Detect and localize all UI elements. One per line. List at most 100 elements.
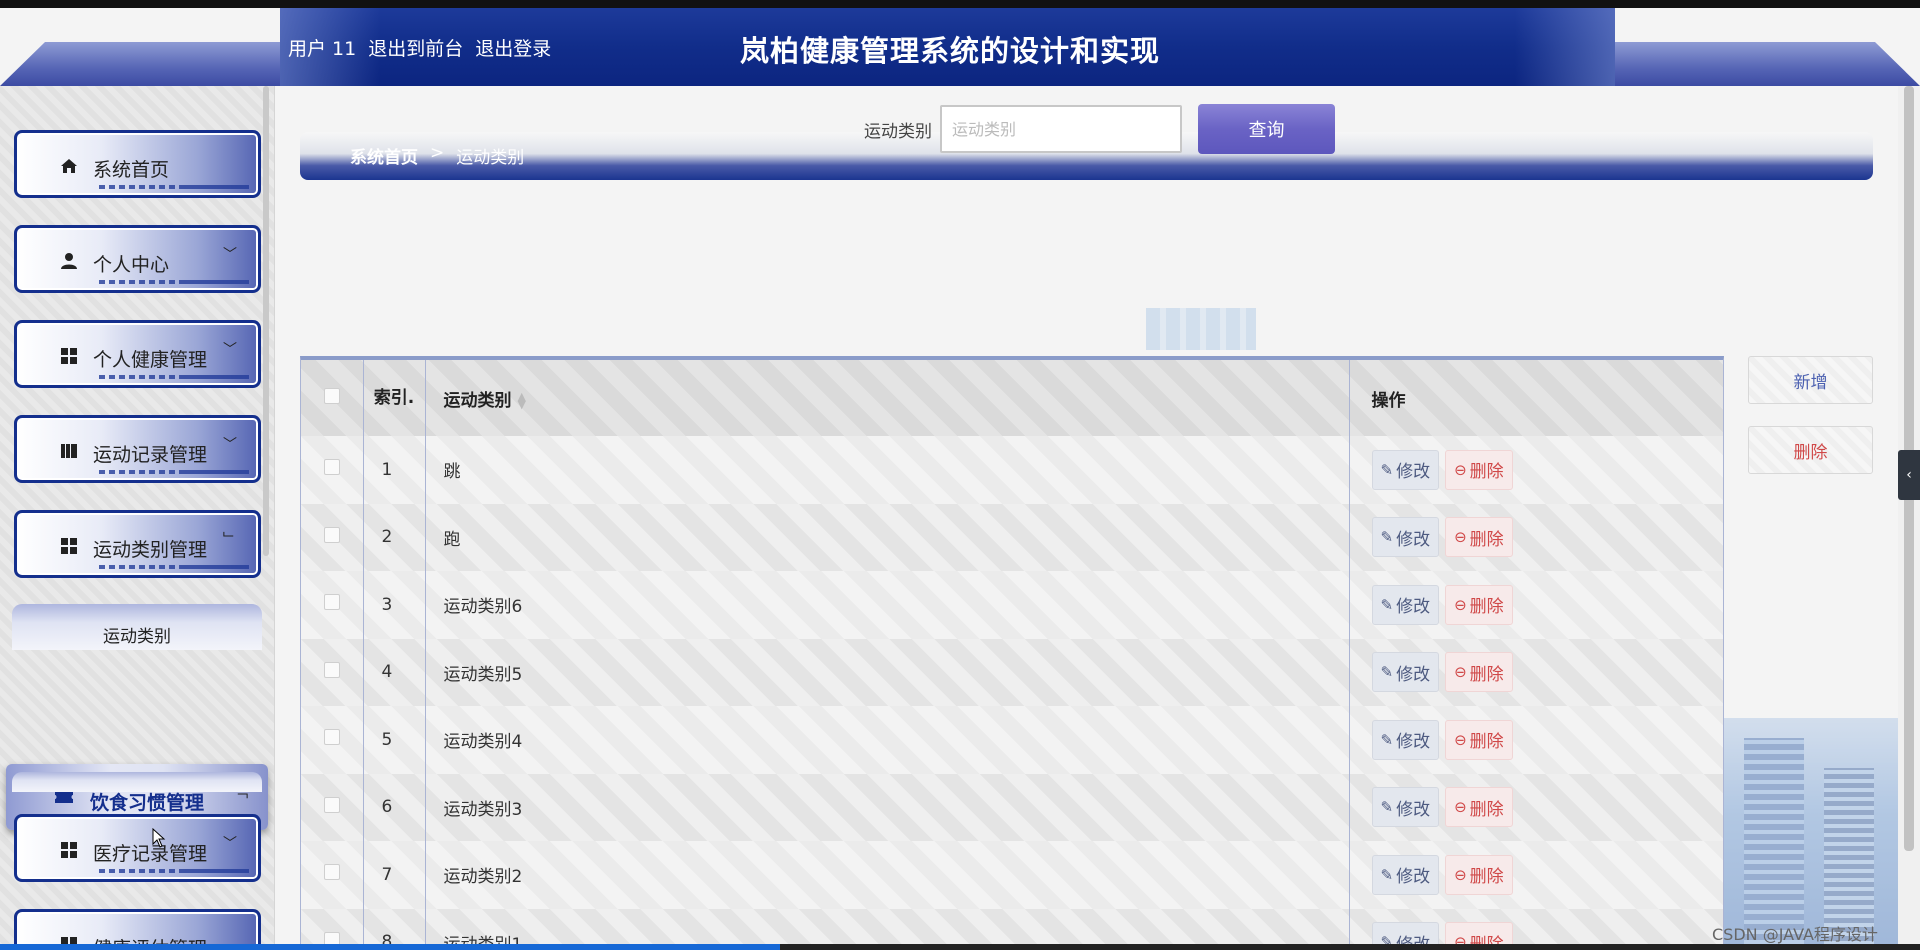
background-building-image	[1724, 718, 1898, 950]
search-label: 运动类别	[864, 121, 932, 142]
table-row[interactable]: 7 运动类别2 ✎ 修改 ⊖ 删除	[301, 841, 1723, 909]
sidebar-subitem-exercise-type[interactable]: 运动类别	[12, 604, 262, 650]
sidebar-item-exercise-types[interactable]: 运动类别管理 ﹂	[14, 510, 261, 578]
table-row[interactable]: 2 跑 ✎ 修改 ⊖ 删除	[301, 503, 1723, 572]
delete-button[interactable]: ⊖ 删除	[1445, 449, 1513, 490]
row-checkbox[interactable]	[323, 459, 340, 476]
header-name[interactable]: 运动类别 ▲ ▼	[425, 360, 1350, 436]
delete-button[interactable]: ⊖ 删除	[1445, 719, 1513, 760]
data-table: 索引. 运动类别 ▲ ▼ 操作 1 跳 ✎ 修改 ⊖ 删除 2 跑 ✎ 修改 ⊖ 删除 3 运动类别6 ✎ 修改 ⊖…	[300, 356, 1724, 950]
batch-delete-button[interactable]: 删除	[1748, 426, 1873, 474]
delete-button[interactable]: ⊖ 删除	[1445, 517, 1513, 558]
sidebar-item-medical-records[interactable]: 医疗记录管理 ﹀	[14, 814, 261, 882]
delete-button[interactable]: ⊖ 删除	[1445, 652, 1513, 693]
sidebar-scrollbar[interactable]	[263, 86, 269, 556]
header-name-label: 运动类别	[443, 390, 512, 411]
sidebar-item-home[interactable]: 系统首页	[14, 130, 261, 198]
add-button[interactable]: 新增	[1748, 356, 1873, 404]
row-name: 跳	[425, 436, 1350, 504]
select-all-checkbox[interactable]	[323, 387, 340, 404]
row-checkbox-cell[interactable]	[301, 706, 364, 774]
table-row[interactable]: 4 运动类别5 ✎ 修改 ⊖ 删除	[301, 638, 1723, 706]
user-bar: 用户 11 退出到前台 退出登录	[288, 34, 551, 61]
row-index: 6	[363, 773, 426, 841]
page-scrollbar[interactable]	[1898, 86, 1920, 950]
row-name: 跑	[425, 503, 1350, 571]
sidebar-subitem-label: 运动类别	[103, 627, 171, 647]
search-input[interactable]	[940, 105, 1182, 153]
menu-decoration	[99, 375, 249, 379]
book-icon	[59, 442, 79, 462]
search-button[interactable]: 查询	[1198, 104, 1335, 154]
delete-button[interactable]: ⊖ 删除	[1445, 584, 1513, 625]
delete-label: 删除	[1469, 799, 1504, 820]
row-checkbox-cell[interactable]	[301, 638, 364, 706]
sort-icon[interactable]: ▲ ▼	[518, 391, 526, 410]
main-content: 系统首页 > 运动类别 运动类别 查询 新增 删除 索引. 运动类别▲▼ 操作 …	[276, 86, 1898, 950]
row-checkbox[interactable]	[323, 864, 340, 881]
edit-button[interactable]: ✎ 修改	[1371, 719, 1440, 760]
row-checkbox-cell[interactable]	[301, 773, 364, 841]
row-checkbox[interactable]	[323, 796, 340, 813]
sidebar: 系统首页 个人中心 ﹀ 个人健康管理 ﹀ 运动记录管理 ﹀ 运动类别管理 ﹂ 运…	[0, 86, 275, 950]
table-row[interactable]: 5 运动类别4 ✎ 修改 ⊖ 删除	[301, 706, 1723, 774]
breadcrumb-separator: >	[430, 143, 445, 163]
row-checkbox[interactable]	[323, 526, 340, 543]
row-index: 7	[363, 841, 426, 909]
delete-label: 删除	[1469, 664, 1504, 685]
row-name: 运动类别2	[425, 841, 1350, 909]
taskbar-strip	[0, 944, 1920, 950]
search-form: 运动类别 查询	[864, 104, 1335, 154]
row-checkbox[interactable]	[323, 661, 340, 678]
logout-link[interactable]: 退出登录	[475, 34, 551, 61]
grid-icon	[59, 537, 79, 557]
grid-icon	[59, 841, 79, 861]
row-index: 4	[363, 638, 426, 706]
chevron-down-icon: ﹀	[223, 437, 237, 453]
sidebar-subitem-collapsed[interactable]	[12, 772, 262, 792]
table-row[interactable]: 3 运动类别6 ✎ 修改 ⊖ 删除	[301, 571, 1723, 639]
window-top-strip	[0, 0, 1920, 8]
row-checkbox[interactable]	[323, 729, 340, 746]
chevron-down-icon: ﹀	[223, 247, 237, 263]
sidebar-item-health[interactable]: 个人健康管理 ﹀	[14, 320, 261, 388]
row-checkbox-cell[interactable]	[301, 571, 364, 639]
edit-button[interactable]: ✎ 修改	[1371, 517, 1440, 558]
row-checkbox-cell[interactable]	[301, 841, 364, 909]
row-name: 运动类别6	[425, 571, 1350, 639]
header-ops: 操作	[1371, 390, 1406, 411]
delete-button[interactable]: ⊖ 删除	[1445, 854, 1513, 895]
table-body: 1 跳 ✎ 修改 ⊖ 删除 2 跑 ✎ 修改 ⊖ 删除 3 运动类别6 ✎ 修改 ⊖ 删除 4 运动类别5 ✎ 修改 ⊖ 删除…	[301, 436, 1723, 950]
table-header-row: 索引. 运动类别 ▲ ▼ 操作	[301, 360, 1723, 436]
row-ops: ✎ 修改 ⊖ 删除	[1349, 841, 1723, 909]
header-index: 索引.	[363, 360, 426, 436]
row-checkbox-cell[interactable]	[301, 503, 364, 571]
edit-icon: ✎	[1380, 798, 1394, 817]
edit-button[interactable]: ✎ 修改	[1371, 787, 1440, 828]
minus-circle-icon: ⊖	[1454, 798, 1467, 817]
edit-button[interactable]: ✎ 修改	[1371, 854, 1440, 895]
collapse-panel-icon[interactable]: ‹	[1898, 450, 1920, 500]
edit-button[interactable]: ✎ 修改	[1371, 652, 1440, 693]
edit-label: 修改	[1396, 664, 1431, 685]
breadcrumb-home-link[interactable]: 系统首页	[350, 143, 418, 168]
row-checkbox[interactable]	[323, 594, 340, 611]
header-select-all[interactable]	[301, 360, 364, 436]
sidebar-item-personal-center[interactable]: 个人中心 ﹀	[14, 225, 261, 293]
minus-circle-icon: ⊖	[1454, 595, 1467, 614]
sidebar-item-exercise-records[interactable]: 运动记录管理 ﹀	[14, 415, 261, 483]
edit-button[interactable]: ✎ 修改	[1371, 449, 1440, 490]
progress-strip	[0, 944, 780, 950]
edit-button[interactable]: ✎ 修改	[1371, 584, 1440, 625]
delete-label: 删除	[1469, 462, 1504, 483]
delete-button[interactable]: ⊖ 删除	[1445, 787, 1513, 828]
edit-icon: ✎	[1380, 730, 1394, 749]
row-ops: ✎ 修改 ⊖ 删除	[1349, 504, 1723, 572]
to-front-link[interactable]: 退出到前台	[368, 34, 463, 61]
table-row[interactable]: 6 运动类别3 ✎ 修改 ⊖ 删除	[301, 773, 1723, 841]
table-row[interactable]: 1 跳 ✎ 修改 ⊖ 删除	[301, 436, 1723, 504]
edit-label: 修改	[1396, 529, 1431, 550]
menu-decoration	[99, 565, 249, 569]
row-checkbox-cell[interactable]	[301, 436, 364, 504]
side-actions: 新增 删除	[1748, 356, 1873, 474]
